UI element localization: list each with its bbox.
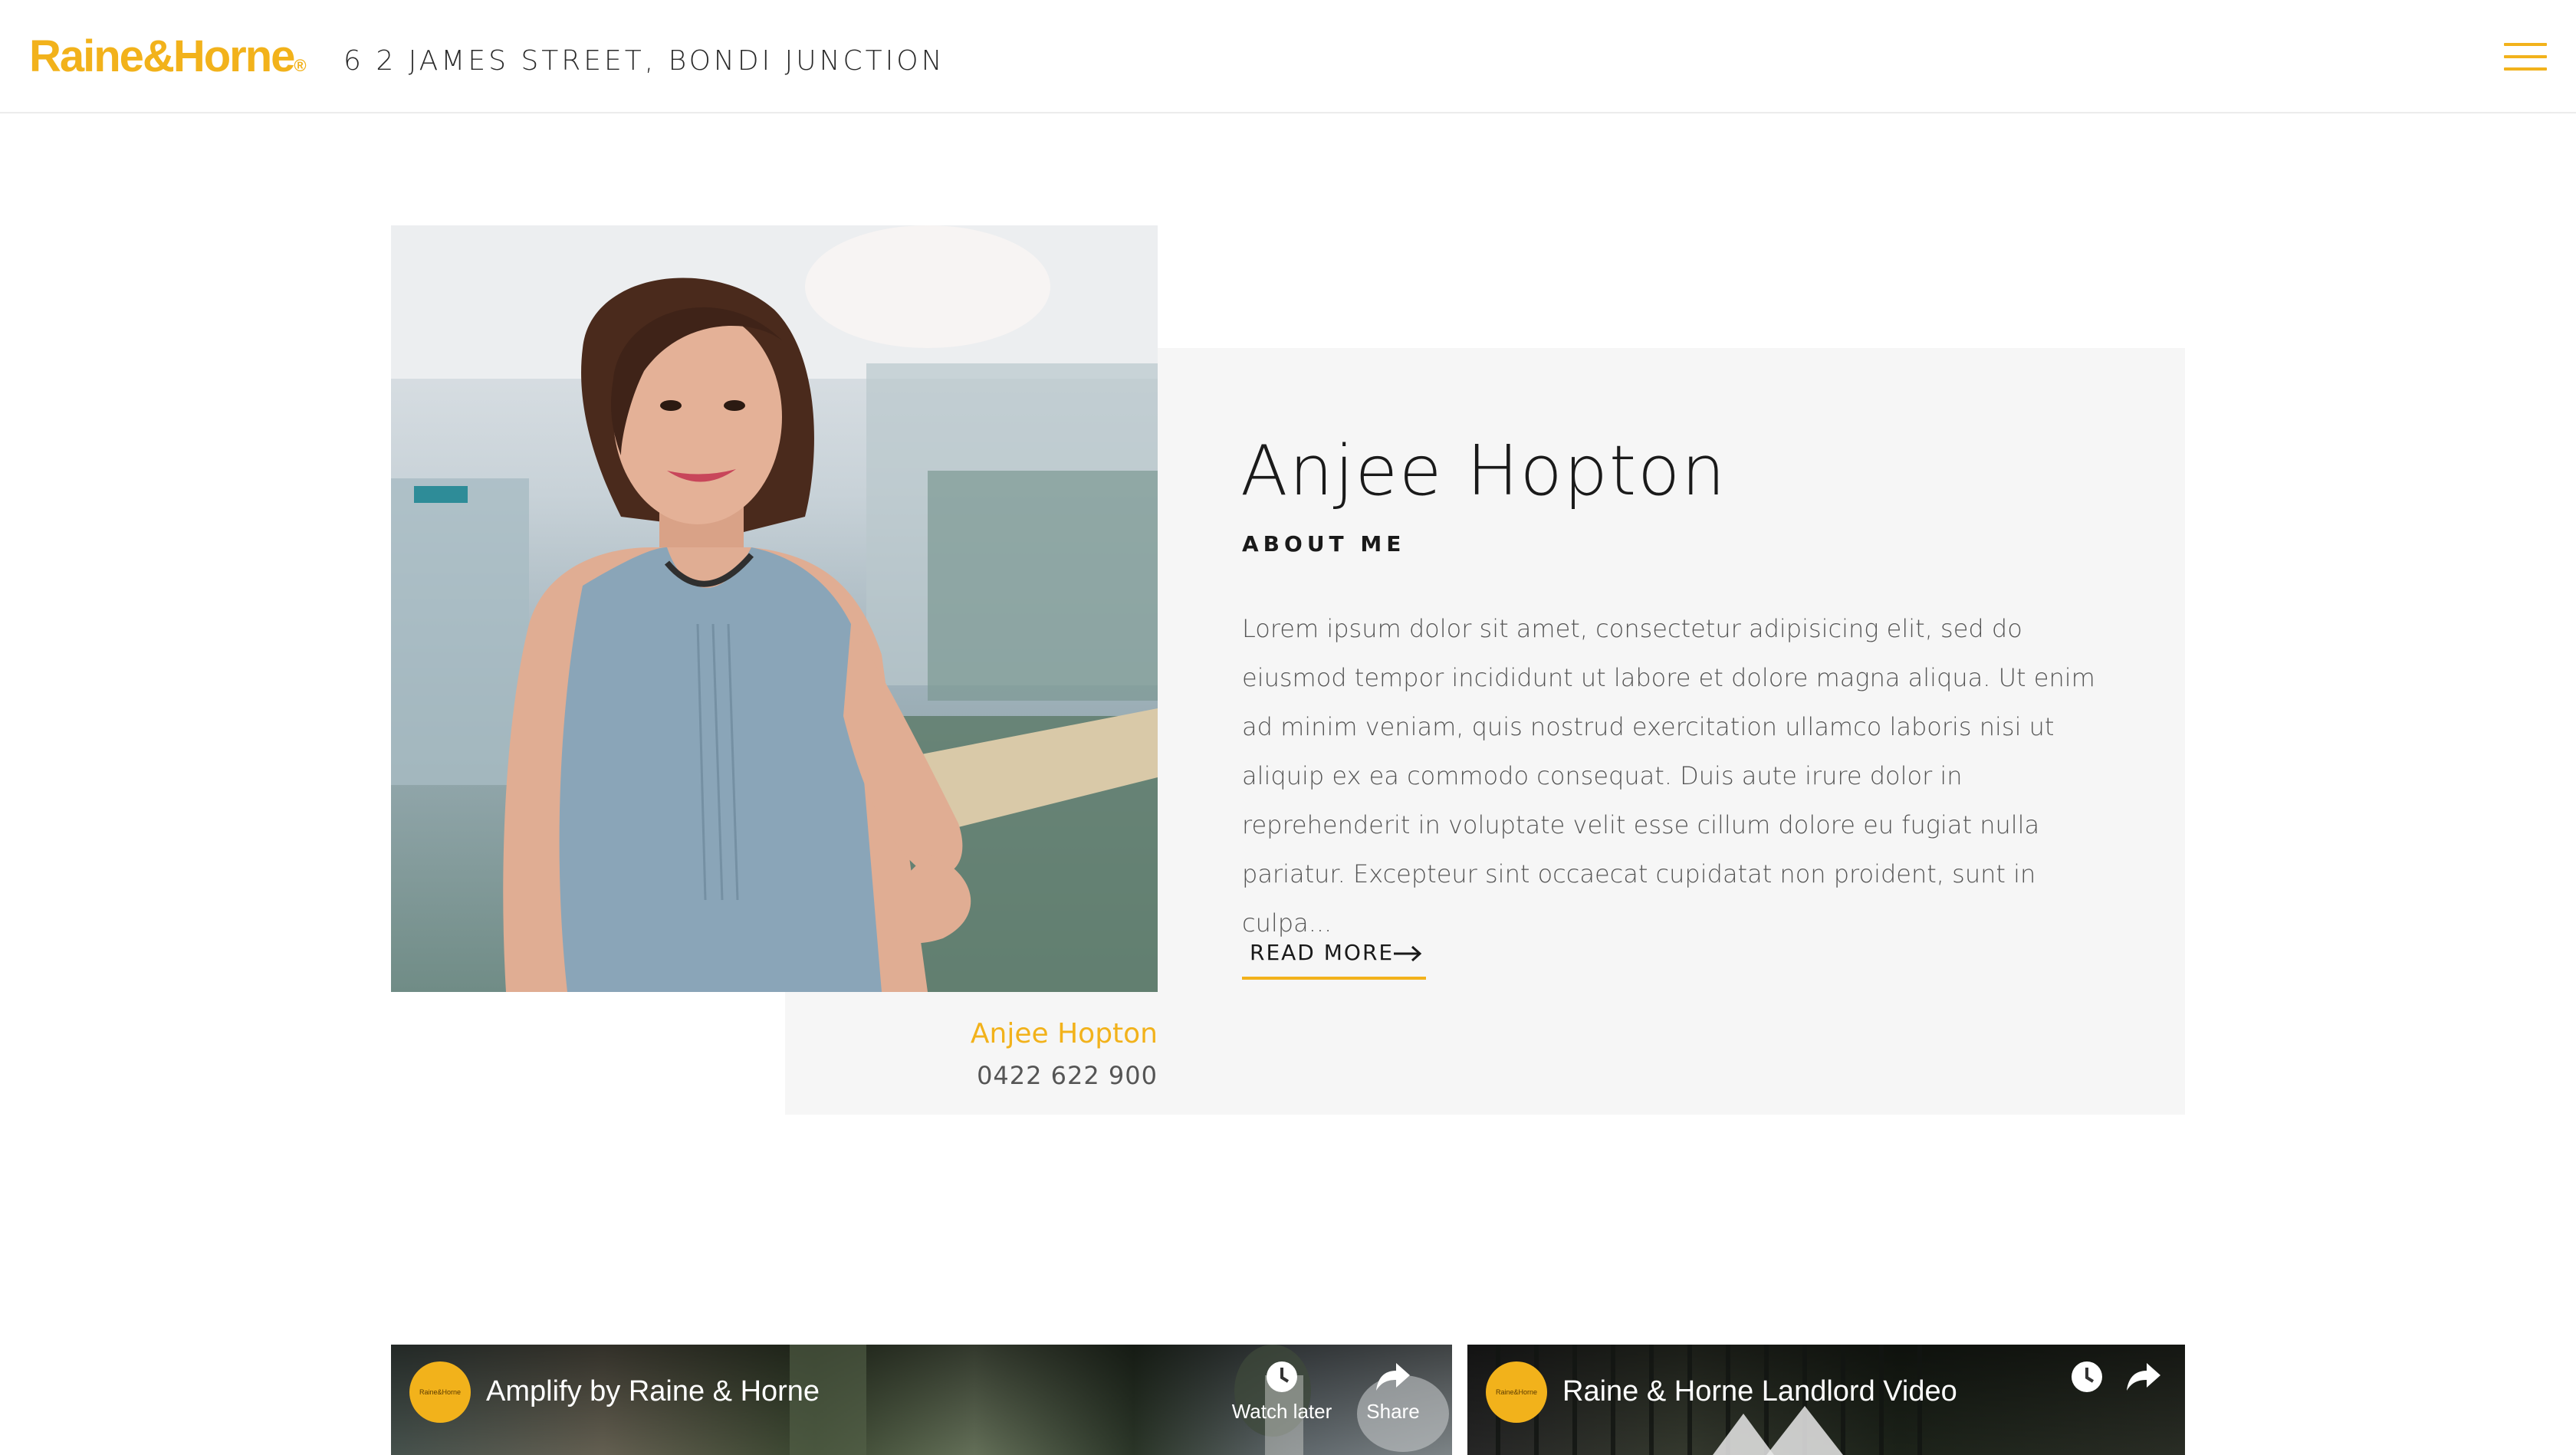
agent-caption-phone[interactable]: 0422 622 900 [977,1061,1158,1090]
agent-caption-name[interactable]: Anjee Hopton [971,1018,1158,1049]
watch-later-button[interactable] [2064,1360,2110,1397]
agent-bio: Lorem ipsum dolor sit amet, consectetur … [1242,614,2095,938]
about-me-label: ABOUT ME [1242,531,1406,557]
read-more-label: READ MORE [1250,940,1395,965]
share-icon [2127,1363,2160,1391]
watch-later-button[interactable]: Watch later [1221,1360,1343,1424]
clock-icon [2072,1361,2102,1392]
logo-text: Raine&Horne [29,31,295,81]
watch-later-label: Watch later [1231,1400,1332,1423]
raine-horne-logo[interactable]: Raine&Horne® [29,32,307,90]
share-button[interactable]: Share [1351,1360,1435,1424]
agent-photo-illustration [391,225,1158,992]
agent-photo [391,225,1158,992]
channel-avatar-text: Raine&Horne [1495,1388,1538,1396]
share-label: Share [1366,1400,1420,1423]
arrow-right-icon [1394,945,1422,962]
channel-avatar[interactable]: Raine&Horne [409,1361,471,1423]
share-button[interactable] [2121,1360,2167,1397]
read-more-link[interactable]: READ MORE [1242,937,1426,980]
agent-name-heading: Anjee Hopton [1240,431,1727,511]
share-icon [1376,1363,1410,1391]
hamburger-menu-icon[interactable] [2504,40,2547,74]
channel-avatar-text: Raine&Horne [419,1388,462,1396]
video-title[interactable]: Amplify by Raine & Horne [486,1375,820,1408]
video-embed-amplify[interactable]: Raine&Horne Amplify by Raine & Horne Wat… [391,1345,1452,1455]
video-title[interactable]: Raine & Horne Landlord Video [1562,1375,1957,1408]
channel-avatar[interactable]: Raine&Horne [1486,1361,1547,1423]
logo-registered-mark: ® [294,56,307,75]
site-header: Raine&Horne® 6 2 JAMES STREET, BONDI JUN… [0,0,2576,113]
clock-icon [1267,1361,1297,1392]
office-name: 6 2 JAMES STREET, BONDI JUNCTION [343,45,945,77]
video-embed-landlord[interactable]: Raine&Horne Raine & Horne Landlord Video [1467,1345,2185,1455]
